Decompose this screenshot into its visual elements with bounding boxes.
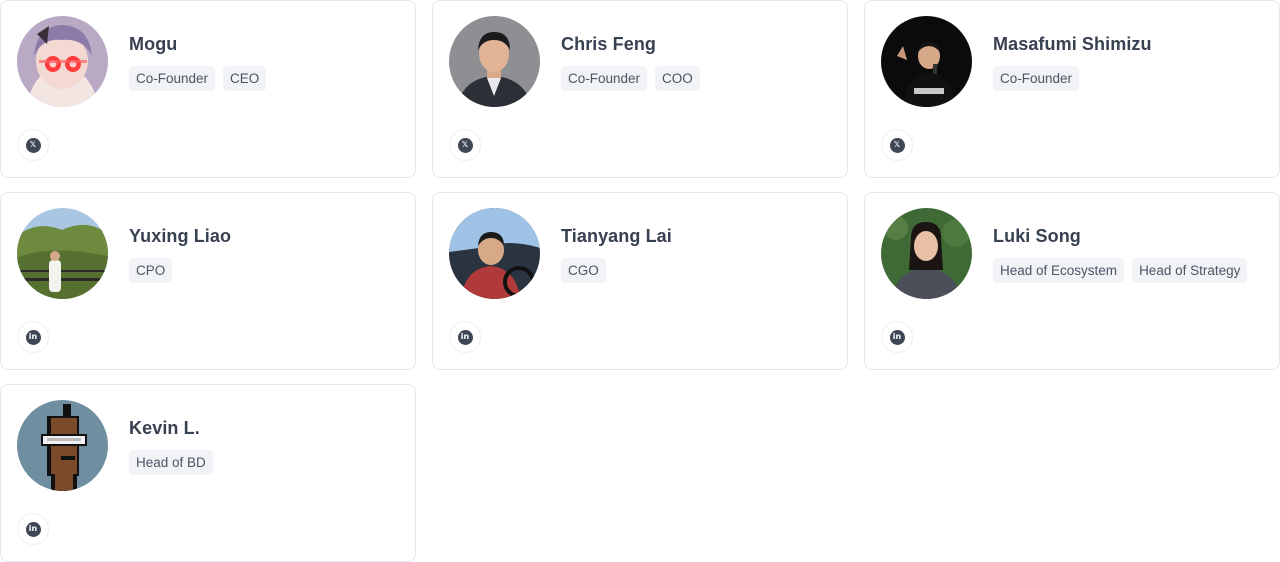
linkedin-social-link[interactable]: in	[881, 321, 913, 353]
landscape-photo-avatar-icon	[17, 208, 108, 299]
portrait-photo-avatar-icon	[881, 208, 972, 299]
member-name: Luki Song	[993, 226, 1081, 246]
role-tags: Co-Founder	[993, 66, 1080, 91]
team-member-card: Masafumi Shimizu Co-Founder 𝕏	[864, 0, 1280, 178]
avatar	[881, 208, 972, 299]
role-tag: CGO	[561, 258, 606, 283]
x-social-link[interactable]: 𝕏	[449, 129, 481, 161]
portrait-photo-avatar-icon	[449, 16, 540, 107]
role-tag: Head of Ecosystem	[993, 258, 1125, 283]
anime-character-avatar-icon	[17, 16, 108, 107]
role-tag: Head of Strategy	[1132, 258, 1248, 283]
role-tag: Co-Founder	[993, 66, 1080, 91]
pixel-punk-avatar-icon	[17, 400, 108, 491]
member-name: Masafumi Shimizu	[993, 34, 1152, 54]
speaker-photo-avatar-icon	[881, 16, 972, 107]
linkedin-social-link[interactable]: in	[17, 321, 49, 353]
team-member-card: Kevin L. Head of BD in	[0, 384, 416, 562]
team-member-card: Tianyang Lai CGO in	[432, 192, 848, 370]
role-tags: CPO	[129, 258, 173, 283]
role-tag: Co-Founder	[561, 66, 648, 91]
role-tags: Co-Founder COO	[561, 66, 700, 91]
x-icon: 𝕏	[25, 137, 41, 153]
avatar	[449, 16, 540, 107]
car-selfie-avatar-icon	[449, 208, 540, 299]
member-name: Chris Feng	[561, 34, 657, 54]
avatar	[881, 16, 972, 107]
member-name: Kevin L.	[129, 418, 200, 438]
linkedin-icon: in	[457, 329, 473, 345]
role-tag: CEO	[223, 66, 267, 91]
role-tags: Head of BD	[129, 450, 213, 475]
x-icon: 𝕏	[889, 137, 905, 153]
role-tag: Head of BD	[129, 450, 213, 475]
x-icon: 𝕏	[457, 137, 473, 153]
team-member-card: Chris Feng Co-Founder COO 𝕏	[432, 0, 848, 178]
avatar	[17, 16, 108, 107]
member-name: Mogu	[129, 34, 178, 54]
x-social-link[interactable]: 𝕏	[17, 129, 49, 161]
team-member-card: Yuxing Liao CPO in	[0, 192, 416, 370]
x-social-link[interactable]: 𝕏	[881, 129, 913, 161]
team-member-card: Luki Song Head of Ecosystem Head of Stra…	[864, 192, 1280, 370]
team-member-card: Mogu Co-Founder CEO 𝕏	[0, 0, 416, 178]
role-tag: Co-Founder	[129, 66, 216, 91]
role-tag: COO	[655, 66, 700, 91]
avatar	[449, 208, 540, 299]
linkedin-icon: in	[25, 521, 41, 537]
linkedin-social-link[interactable]: in	[449, 321, 481, 353]
role-tags: CGO	[561, 258, 606, 283]
member-name: Yuxing Liao	[129, 226, 232, 246]
role-tag: CPO	[129, 258, 173, 283]
member-name: Tianyang Lai	[561, 226, 672, 246]
linkedin-icon: in	[25, 329, 41, 345]
avatar	[17, 208, 108, 299]
linkedin-icon: in	[889, 329, 905, 345]
linkedin-social-link[interactable]: in	[17, 513, 49, 545]
role-tags: Co-Founder CEO	[129, 66, 267, 91]
team-grid: Mogu Co-Founder CEO 𝕏 Chris Feng Co-Foun…	[0, 0, 1280, 562]
role-tags: Head of Ecosystem Head of Strategy	[993, 258, 1248, 283]
avatar	[17, 400, 108, 491]
